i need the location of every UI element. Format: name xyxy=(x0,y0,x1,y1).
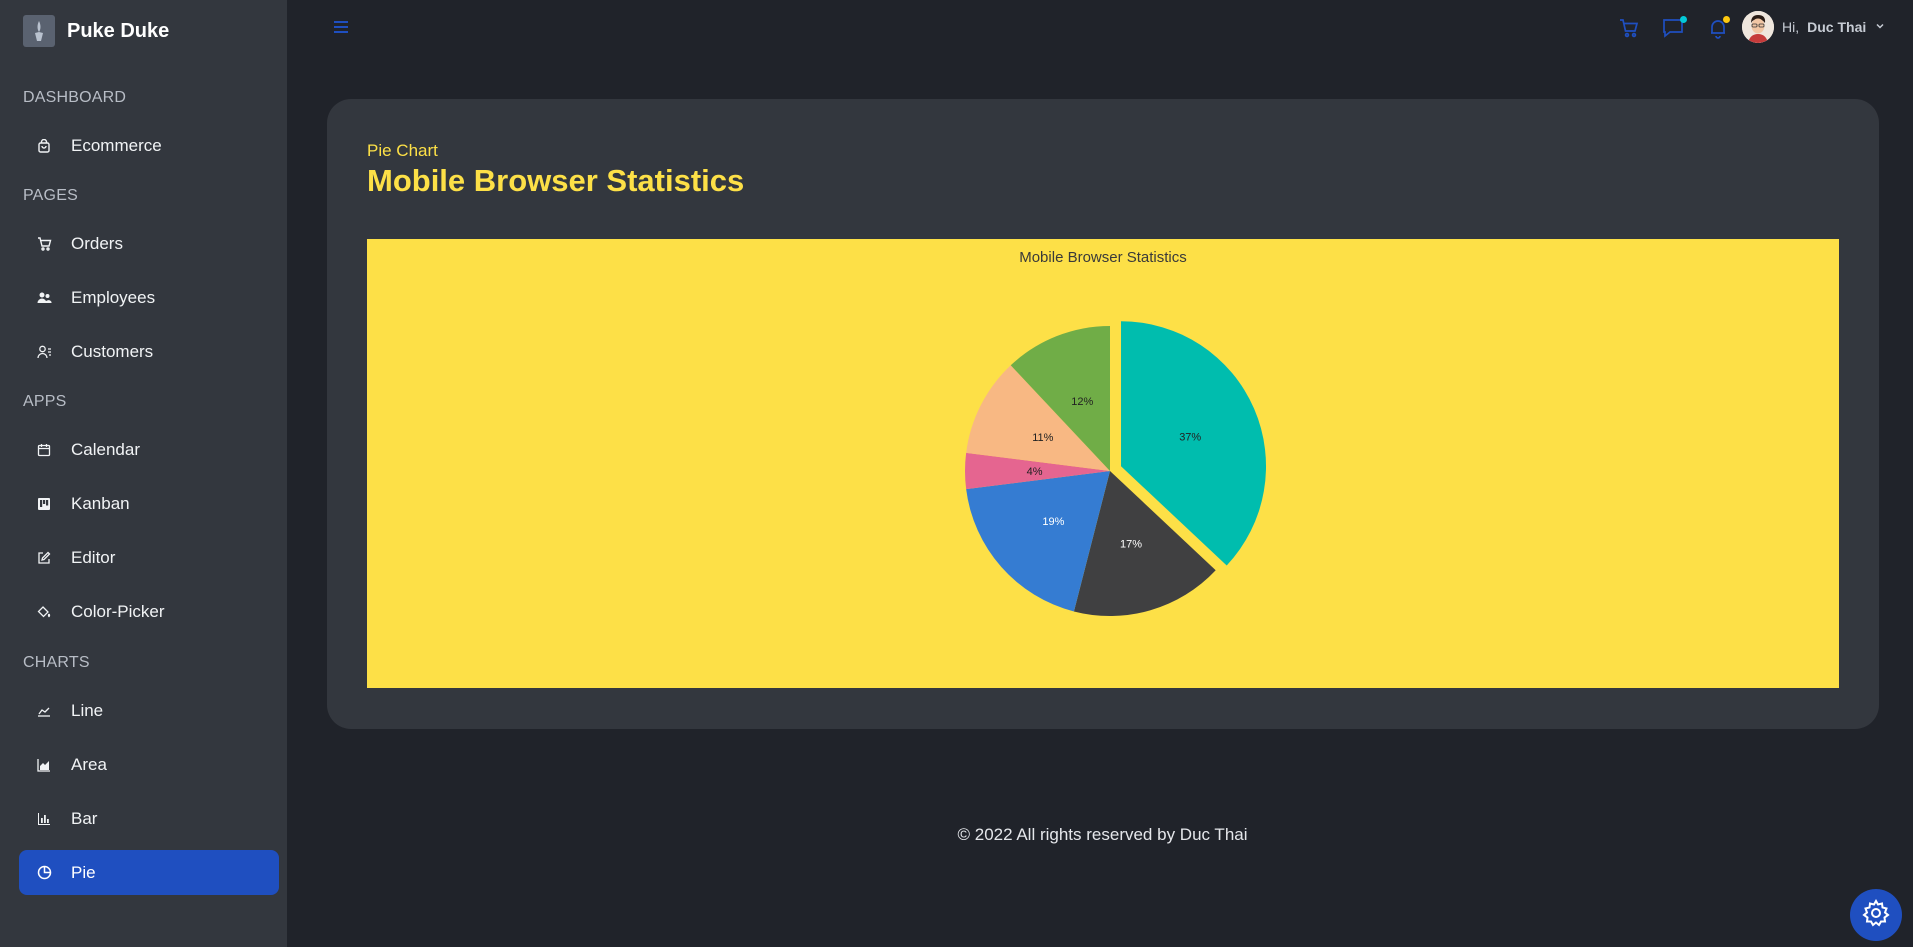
sidebar-item-label: Color-Picker xyxy=(71,602,165,621)
greeting: Hi, xyxy=(1782,19,1800,35)
pie-data-label: 37% xyxy=(1179,431,1201,443)
settings-button[interactable] xyxy=(1850,889,1902,941)
kanban-icon xyxy=(35,495,53,513)
chat-notification-dot xyxy=(1680,16,1687,23)
user-name: Duc Thai xyxy=(1807,19,1867,35)
sidebar-item-customers[interactable]: Customers xyxy=(19,330,279,374)
cart-icon xyxy=(35,235,53,253)
gear-icon xyxy=(1861,898,1891,933)
chart-card: Pie Chart Mobile Browser Statistics Mobi… xyxy=(327,99,1879,729)
chevron-down-icon xyxy=(1874,19,1886,35)
cart-icon[interactable] xyxy=(1617,16,1641,40)
section-charts: CHARTS xyxy=(23,654,90,671)
pie-chart-icon xyxy=(35,864,53,882)
section-dashboard: DASHBOARD xyxy=(23,89,127,106)
brand-logo-icon xyxy=(23,15,55,47)
sidebar-item-calendar[interactable]: Calendar xyxy=(19,428,279,472)
calendar-icon xyxy=(35,441,53,459)
sidebar-item-ecommerce[interactable]: Ecommerce xyxy=(19,124,279,168)
pie-data-label: 11% xyxy=(1032,432,1053,444)
sidebar-item-editor[interactable]: Editor xyxy=(19,536,279,580)
sidebar-item-bar[interactable]: Bar xyxy=(19,797,279,841)
edit-icon xyxy=(35,549,53,567)
sidebar-item-label: Bar xyxy=(71,809,98,828)
bell-icon[interactable] xyxy=(1706,16,1730,40)
sidebar: Puke Duke DASHBOARD Ecommerce PAGES Orde… xyxy=(0,0,287,947)
sidebar-item-label: Area xyxy=(71,755,107,774)
sidebar-item-label: Ecommerce xyxy=(71,136,162,155)
sidebar-item-label: Editor xyxy=(71,548,116,567)
line-chart-icon xyxy=(35,702,53,720)
sidebar-item-label: Line xyxy=(71,701,104,720)
pie-data-label: 19% xyxy=(1042,516,1064,528)
pie-chart: Mobile Browser Statistics 37% 17% 19% 4% 11%… xyxy=(367,239,1839,688)
sidebar-item-kanban[interactable]: Kanban xyxy=(19,482,279,526)
brand[interactable]: Puke Duke xyxy=(23,14,169,48)
user-icon xyxy=(35,343,53,361)
pie-data-label: 12% xyxy=(1071,396,1093,408)
sidebar-item-label: Kanban xyxy=(71,494,130,513)
pie-chart-svg: 37% 17% 19% 4% 11% 12% xyxy=(965,321,1267,616)
sidebar-item-label: Calendar xyxy=(71,440,140,459)
people-icon xyxy=(35,289,53,307)
bell-notification-dot xyxy=(1723,16,1730,23)
sidebar-item-label: Pie xyxy=(71,862,96,882)
sidebar-item-line[interactable]: Line xyxy=(19,689,279,733)
pie-data-label: 4% xyxy=(1027,466,1043,478)
sidebar-item-employees[interactable]: Employees xyxy=(19,276,279,320)
sidebar-item-orders[interactable]: Orders xyxy=(19,222,279,266)
sidebar-item-label: Customers xyxy=(71,342,154,361)
sidebar-item-label: Orders xyxy=(71,234,123,253)
brand-name: Puke Duke xyxy=(67,19,170,42)
section-apps: APPS xyxy=(23,393,67,410)
sidebar-item-label: Employees xyxy=(71,288,156,307)
shopping-bag-icon xyxy=(35,137,53,155)
sidebar-item-pie[interactable]: Pie xyxy=(19,850,279,895)
chat-icon[interactable] xyxy=(1661,16,1687,40)
area-chart-icon xyxy=(35,756,53,774)
paint-bucket-icon xyxy=(35,603,53,621)
page-title: Mobile Browser Statistics xyxy=(367,163,745,198)
sidebar-item-color-picker[interactable]: Color-Picker xyxy=(19,590,279,634)
section-pages: PAGES xyxy=(23,187,78,204)
pie-data-label: 17% xyxy=(1120,538,1142,550)
user-menu[interactable]: Hi, Duc Thai xyxy=(1742,11,1886,43)
menu-icon[interactable] xyxy=(330,18,352,41)
footer: © 2022 All rights reserved by Duc Thai xyxy=(957,825,1248,844)
sidebar-item-area[interactable]: Area xyxy=(19,743,279,787)
bar-chart-icon xyxy=(35,810,53,828)
page-category: Pie Chart xyxy=(367,141,438,160)
avatar xyxy=(1742,11,1774,43)
